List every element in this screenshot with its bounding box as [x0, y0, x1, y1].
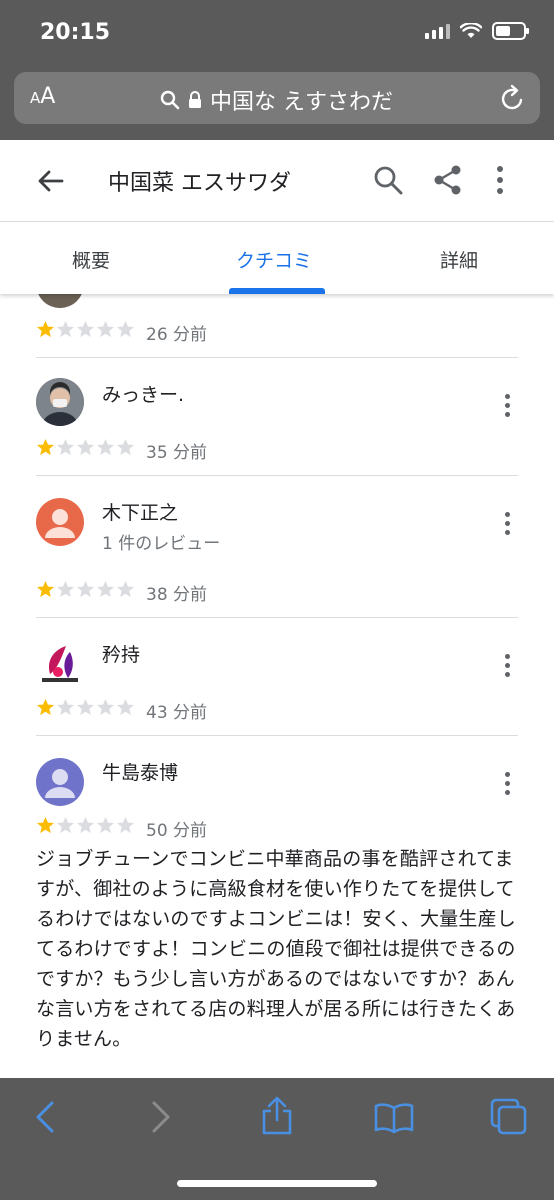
reviewer-name[interactable]: 牛島泰博: [102, 758, 178, 785]
status-icons: [425, 22, 529, 40]
divider: [36, 617, 518, 618]
wifi-icon: [460, 23, 482, 38]
star-empty-icon: [96, 816, 115, 834]
reviewer-name[interactable]: 矜持: [102, 640, 140, 667]
star-empty-icon: [76, 698, 95, 716]
more-options-icon[interactable]: [498, 394, 516, 420]
star-empty-icon: [56, 438, 75, 456]
more-options-icon[interactable]: [494, 164, 506, 196]
star-rating: [36, 816, 135, 835]
star-empty-icon: [116, 580, 135, 598]
star-empty-icon: [116, 698, 135, 716]
address-bar[interactable]: AA 中国な えすさわだ: [14, 72, 540, 124]
divider: [36, 357, 518, 358]
share-icon[interactable]: [432, 164, 464, 196]
reviews-list[interactable]: 26 分前 みっきー. 35 分前 木下正之 1 件のレビュー 38 分前 矜持…: [0, 294, 554, 1078]
browser-chrome: 20:15 AA 中国な えすさわだ: [0, 0, 554, 140]
star-empty-icon: [56, 580, 75, 598]
review-time: 38 分前: [146, 585, 208, 605]
star-empty-icon: [116, 320, 135, 338]
star-empty-icon: [76, 816, 95, 834]
tab-bar: 概要 クチコミ 詳細: [0, 222, 554, 294]
star-empty-icon: [76, 320, 95, 338]
star-empty-icon: [116, 438, 135, 456]
star-rating: [36, 320, 135, 339]
avatar: [36, 294, 84, 308]
reviewer-name[interactable]: みっきー.: [102, 380, 184, 407]
tabs-icon[interactable]: [490, 1098, 528, 1136]
star-empty-icon: [76, 580, 95, 598]
review-time: 35 分前: [146, 443, 208, 463]
review-count: 1 件のレビュー: [102, 534, 221, 554]
review-time: 50 分前: [146, 821, 208, 841]
star-filled-icon: [36, 438, 55, 456]
more-options-icon[interactable]: [498, 512, 516, 538]
active-tab-indicator: [229, 288, 325, 294]
battery-icon: [492, 22, 529, 40]
star-empty-icon: [96, 438, 115, 456]
star-filled-icon: [36, 580, 55, 598]
star-empty-icon: [56, 816, 75, 834]
star-empty-icon: [56, 698, 75, 716]
review-time: 43 分前: [146, 703, 208, 723]
home-indicator: [177, 1180, 377, 1187]
tab-details[interactable]: 詳細: [440, 246, 478, 273]
star-rating: [36, 580, 135, 599]
more-options-icon[interactable]: [498, 772, 516, 798]
star-rating: [36, 438, 135, 457]
divider: [36, 475, 518, 476]
avatar[interactable]: [36, 498, 84, 546]
star-empty-icon: [96, 320, 115, 338]
back-arrow-icon[interactable]: [36, 166, 66, 196]
cellular-signal-icon: [425, 23, 450, 39]
review-time: 26 分前: [146, 325, 208, 345]
star-filled-icon: [36, 320, 55, 338]
avatar[interactable]: [36, 640, 84, 688]
share-icon[interactable]: [260, 1096, 294, 1136]
bookmarks-icon[interactable]: [374, 1102, 414, 1134]
star-empty-icon: [76, 438, 95, 456]
reload-icon[interactable]: [500, 84, 526, 112]
browser-forward-icon[interactable]: [150, 1100, 172, 1134]
star-empty-icon: [56, 320, 75, 338]
star-empty-icon: [96, 698, 115, 716]
review-text: ジョブチューンでコンビニ中華商品の事を酷評されてますが、御社のように高級食材を使…: [36, 848, 517, 1050]
url-text: 中国な えすさわだ: [210, 90, 393, 115]
status-bar: 20:15: [0, 0, 554, 66]
browser-back-icon[interactable]: [34, 1100, 56, 1134]
star-filled-icon: [36, 816, 55, 834]
tab-overview[interactable]: 概要: [72, 246, 110, 273]
search-icon[interactable]: [372, 164, 404, 196]
place-header: 中国菜 エスサワダ: [0, 140, 554, 222]
search-icon: [160, 90, 180, 110]
avatar[interactable]: [36, 758, 84, 806]
star-empty-icon: [96, 580, 115, 598]
status-time: 20:15: [40, 20, 111, 45]
star-filled-icon: [36, 698, 55, 716]
more-options-icon[interactable]: [498, 654, 516, 680]
reader-text-size-button[interactable]: AA: [30, 84, 55, 109]
star-rating: [36, 698, 135, 717]
divider: [36, 735, 518, 736]
star-empty-icon: [116, 816, 135, 834]
tab-reviews[interactable]: クチコミ: [236, 246, 312, 273]
lock-icon: [189, 91, 201, 108]
avatar[interactable]: [36, 378, 84, 426]
url-display[interactable]: 中国な えすさわだ: [160, 84, 393, 116]
page-title: 中国菜 エスサワダ: [108, 171, 291, 196]
reviewer-name[interactable]: 木下正之: [102, 498, 178, 525]
